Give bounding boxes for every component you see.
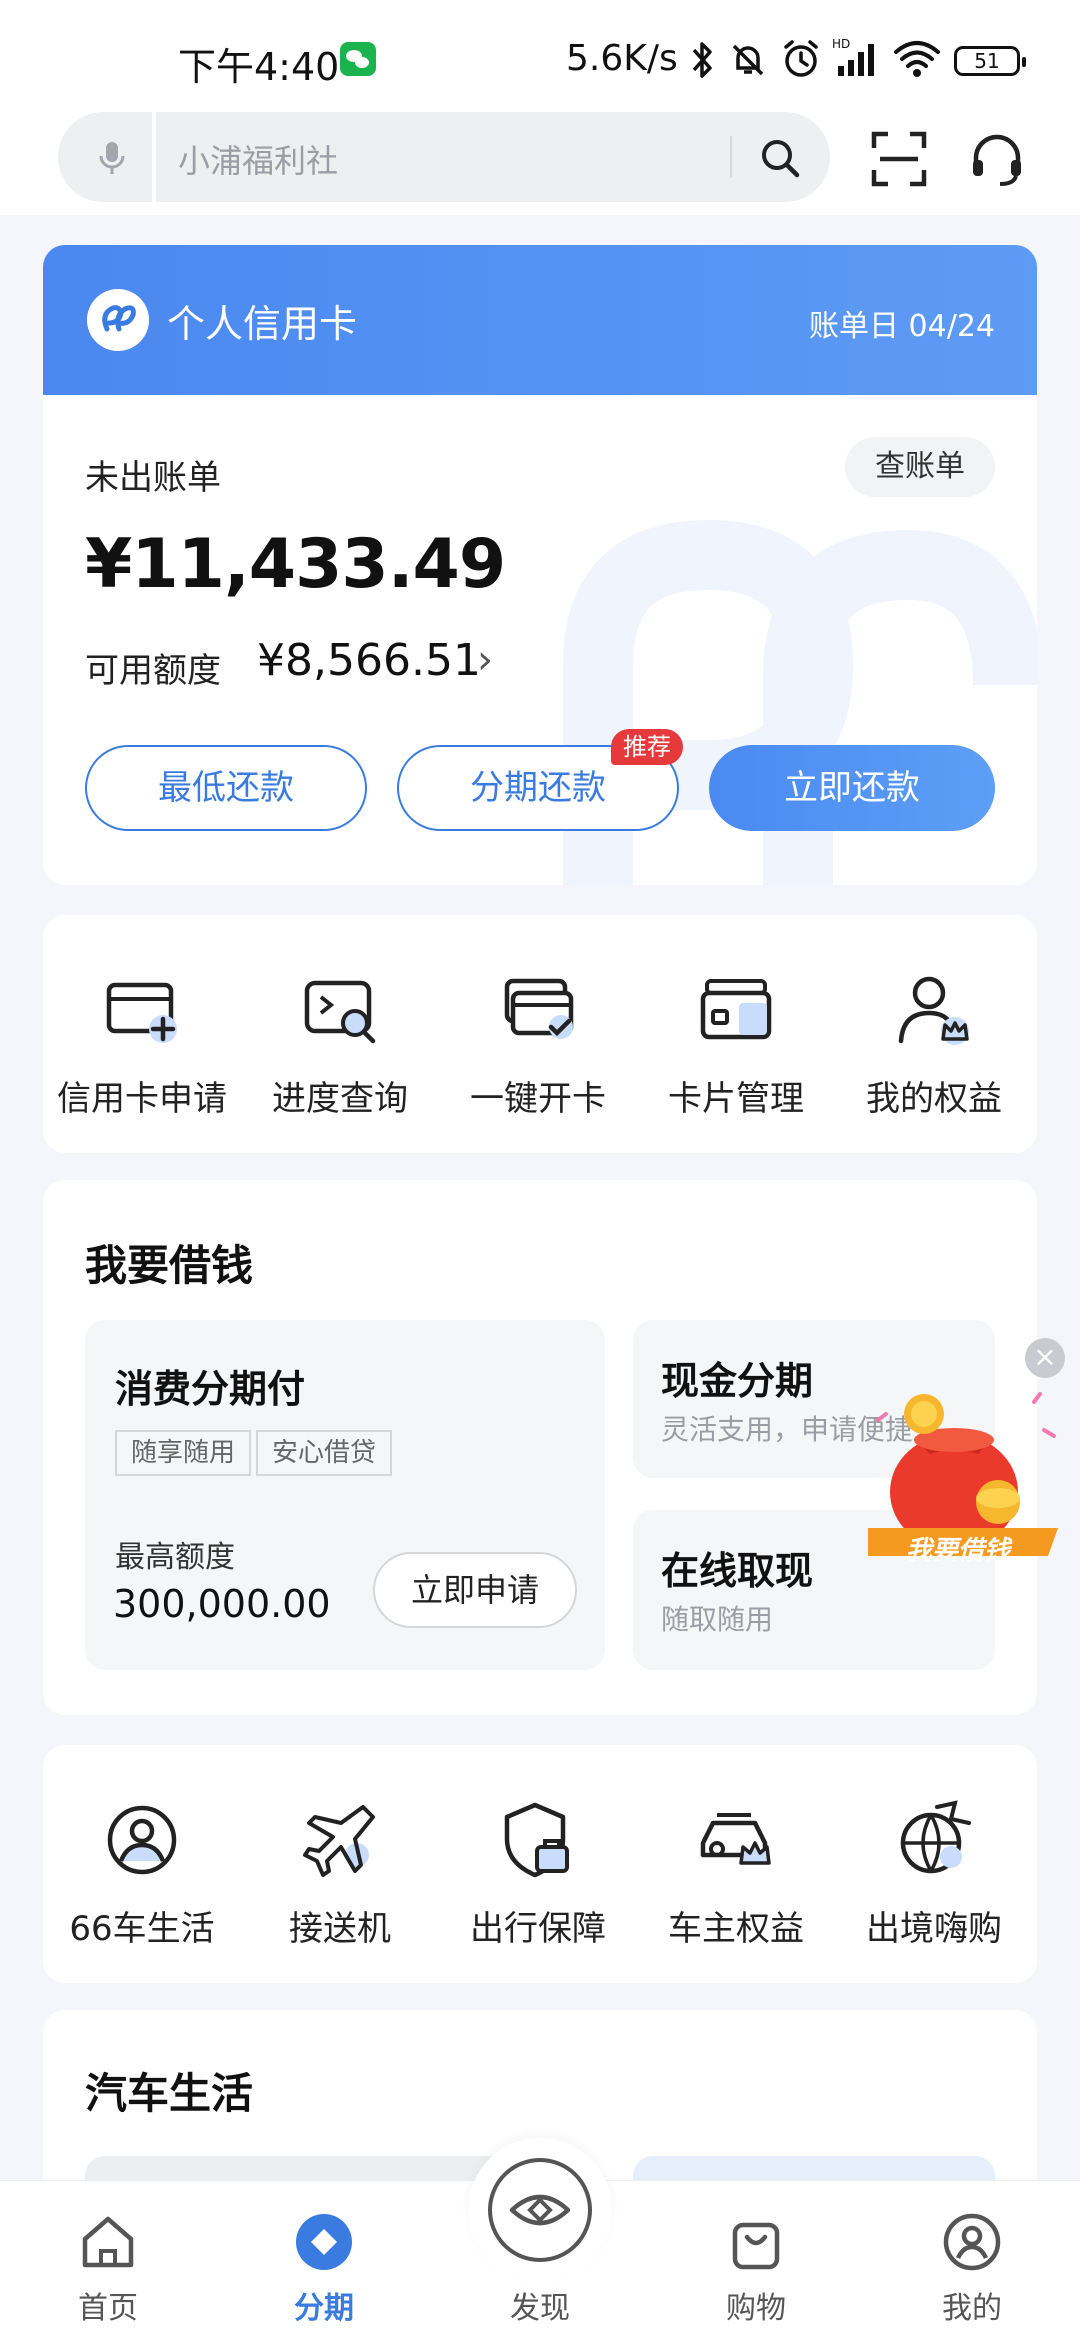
view-bill-button[interactable]: 查账单 bbox=[845, 437, 995, 497]
search-divider bbox=[152, 112, 156, 202]
mute-bell-icon bbox=[732, 44, 764, 76]
wechat-icon bbox=[340, 42, 376, 76]
nav-installment[interactable]: 分期 bbox=[216, 2181, 432, 2340]
min-payment-button[interactable]: 最低还款 bbox=[85, 745, 367, 831]
bill-day: 账单日 04/24 bbox=[809, 309, 995, 344]
loan-section-title: 我要借钱 bbox=[85, 1241, 254, 1290]
pay-now-button[interactable]: 立即还款 bbox=[709, 745, 995, 831]
travel-shield-icon bbox=[504, 1802, 569, 1878]
cash-installment-title: 现金分期 bbox=[661, 1359, 814, 1403]
nav-profile[interactable]: 我的 bbox=[864, 2181, 1080, 2340]
service-label: 卡片管理 bbox=[668, 1079, 804, 1119]
status-bar: 下午4:40 5.6K/s HD 51 bbox=[0, 0, 1080, 110]
service-card-apply[interactable]: 信用卡申请 bbox=[43, 969, 241, 1120]
chevron-right-icon[interactable]: › bbox=[477, 637, 493, 683]
service-car-owner-rights[interactable]: 车主权益 bbox=[637, 1799, 835, 1950]
max-limit-label: 最高额度 bbox=[115, 1540, 235, 1575]
scan-icon[interactable] bbox=[870, 130, 928, 188]
quick-services-panel: 信用卡申请 进度查询 一键开卡 卡片管理 我的权益 bbox=[43, 915, 1037, 1153]
service-travel-insurance[interactable]: 出行保障 bbox=[439, 1799, 637, 1950]
card-title: 个人信用卡 bbox=[167, 302, 358, 346]
bluetooth-icon bbox=[692, 42, 712, 78]
service-card-manage[interactable]: 卡片管理 bbox=[637, 969, 835, 1120]
car-rights-icon bbox=[700, 1813, 771, 1865]
search-input[interactable]: 小浦福利社 bbox=[178, 136, 338, 182]
unbilled-amount: ¥11,433.49 bbox=[85, 525, 506, 604]
customer-service-icon[interactable] bbox=[968, 130, 1026, 188]
bank-logo-icon bbox=[87, 289, 149, 351]
recommend-badge: 推荐 bbox=[611, 729, 683, 765]
service-overseas-shopping[interactable]: 出境嗨购 bbox=[835, 1799, 1033, 1950]
nav-label: 我的 bbox=[942, 2291, 1002, 2326]
service-car-life[interactable]: 66车生活 bbox=[43, 1799, 241, 1950]
service-label: 出行保障 bbox=[470, 1909, 606, 1949]
service-my-rights[interactable]: 我的权益 bbox=[835, 969, 1033, 1120]
card-activate-icon bbox=[504, 978, 574, 1039]
hd-signal-icon: HD bbox=[832, 37, 874, 76]
nav-label: 首页 bbox=[78, 2291, 138, 2326]
service-label: 66车生活 bbox=[69, 1909, 215, 1949]
online-cash-title: 在线取现 bbox=[661, 1549, 814, 1593]
service-progress-query[interactable]: 进度查询 bbox=[241, 969, 439, 1120]
home-icon bbox=[82, 2216, 134, 2268]
car-life-title: 汽车生活 bbox=[85, 2069, 254, 2118]
globe-shopping-icon bbox=[900, 1800, 971, 1874]
header: 小浦福利社 bbox=[0, 110, 1080, 215]
shopping-bag-icon bbox=[732, 2222, 780, 2270]
airplane-icon bbox=[303, 1805, 375, 1877]
nav-label: 购物 bbox=[726, 2291, 786, 2326]
search-bar[interactable]: 小浦福利社 bbox=[58, 112, 830, 202]
mic-icon[interactable] bbox=[94, 138, 130, 178]
discover-eye-icon bbox=[509, 2194, 571, 2226]
nav-label: 发现 bbox=[510, 2291, 570, 2326]
credit-card-panel: 个人信用卡 账单日 04/24 未出账单 查账单 ¥11,433.49 可用额度… bbox=[43, 245, 1037, 885]
nav-shopping[interactable]: 购物 bbox=[648, 2181, 864, 2340]
svg-text:HD: HD bbox=[832, 37, 850, 51]
online-cash-subtitle: 随取随用 bbox=[661, 1603, 774, 1636]
car-services-panel: 66车生活 接送机 出行保障 车主权益 出境嗨购 bbox=[43, 1745, 1037, 1983]
progress-search-icon bbox=[304, 980, 376, 1044]
nav-label: 分期 bbox=[294, 2291, 354, 2326]
consumer-installment-card[interactable]: 消费分期付 随享随用 安心借贷 最高额度 300,000.00 立即申请 bbox=[85, 1320, 605, 1670]
promo-label: 我要借钱 bbox=[906, 1536, 1011, 1566]
my-rights-icon bbox=[898, 976, 969, 1045]
service-label: 进度查询 bbox=[272, 1079, 408, 1119]
feature-tag: 安心借贷 bbox=[256, 1430, 393, 1476]
nav-home[interactable]: 首页 bbox=[0, 2181, 216, 2340]
close-icon[interactable]: × bbox=[1025, 1338, 1065, 1378]
card-manage-icon bbox=[700, 979, 772, 1040]
car-life-avatar-icon bbox=[107, 1805, 177, 1875]
card-apply-icon bbox=[106, 982, 177, 1043]
discover-button[interactable] bbox=[488, 2158, 592, 2262]
network-speed: 5.6K/s bbox=[566, 38, 678, 79]
apply-now-button[interactable]: 立即申请 bbox=[373, 1552, 577, 1628]
consumer-installment-title: 消费分期付 bbox=[115, 1367, 306, 1411]
available-credit-label: 可用额度 bbox=[85, 651, 221, 691]
installment-icon bbox=[296, 2214, 352, 2270]
battery-icon: 51 bbox=[954, 46, 1026, 76]
service-label: 我的权益 bbox=[866, 1079, 1002, 1119]
max-limit-amount: 300,000.00 bbox=[113, 1582, 331, 1626]
service-label: 出境嗨购 bbox=[866, 1909, 1002, 1949]
service-label: 车主权益 bbox=[668, 1909, 804, 1949]
search-icon[interactable] bbox=[758, 136, 802, 180]
alarm-icon bbox=[784, 40, 818, 77]
service-label: 信用卡申请 bbox=[57, 1079, 227, 1119]
credit-card-header[interactable]: 个人信用卡 账单日 04/24 bbox=[43, 245, 1037, 395]
unbilled-label: 未出账单 bbox=[85, 458, 221, 498]
borrow-money-promo[interactable]: 我要借钱 bbox=[858, 1380, 1068, 1590]
service-airport-transfer[interactable]: 接送机 bbox=[241, 1799, 439, 1950]
profile-icon bbox=[943, 2213, 1001, 2271]
available-credit-amount[interactable]: ¥8,566.51 bbox=[257, 635, 481, 686]
service-label: 接送机 bbox=[289, 1909, 391, 1949]
search-separator bbox=[730, 136, 732, 178]
feature-tag: 随享随用 bbox=[115, 1430, 252, 1476]
service-label: 一键开卡 bbox=[470, 1079, 606, 1119]
status-time: 下午4:40 bbox=[178, 45, 340, 89]
service-card-activate[interactable]: 一键开卡 bbox=[439, 969, 637, 1120]
wifi-icon bbox=[894, 41, 940, 77]
